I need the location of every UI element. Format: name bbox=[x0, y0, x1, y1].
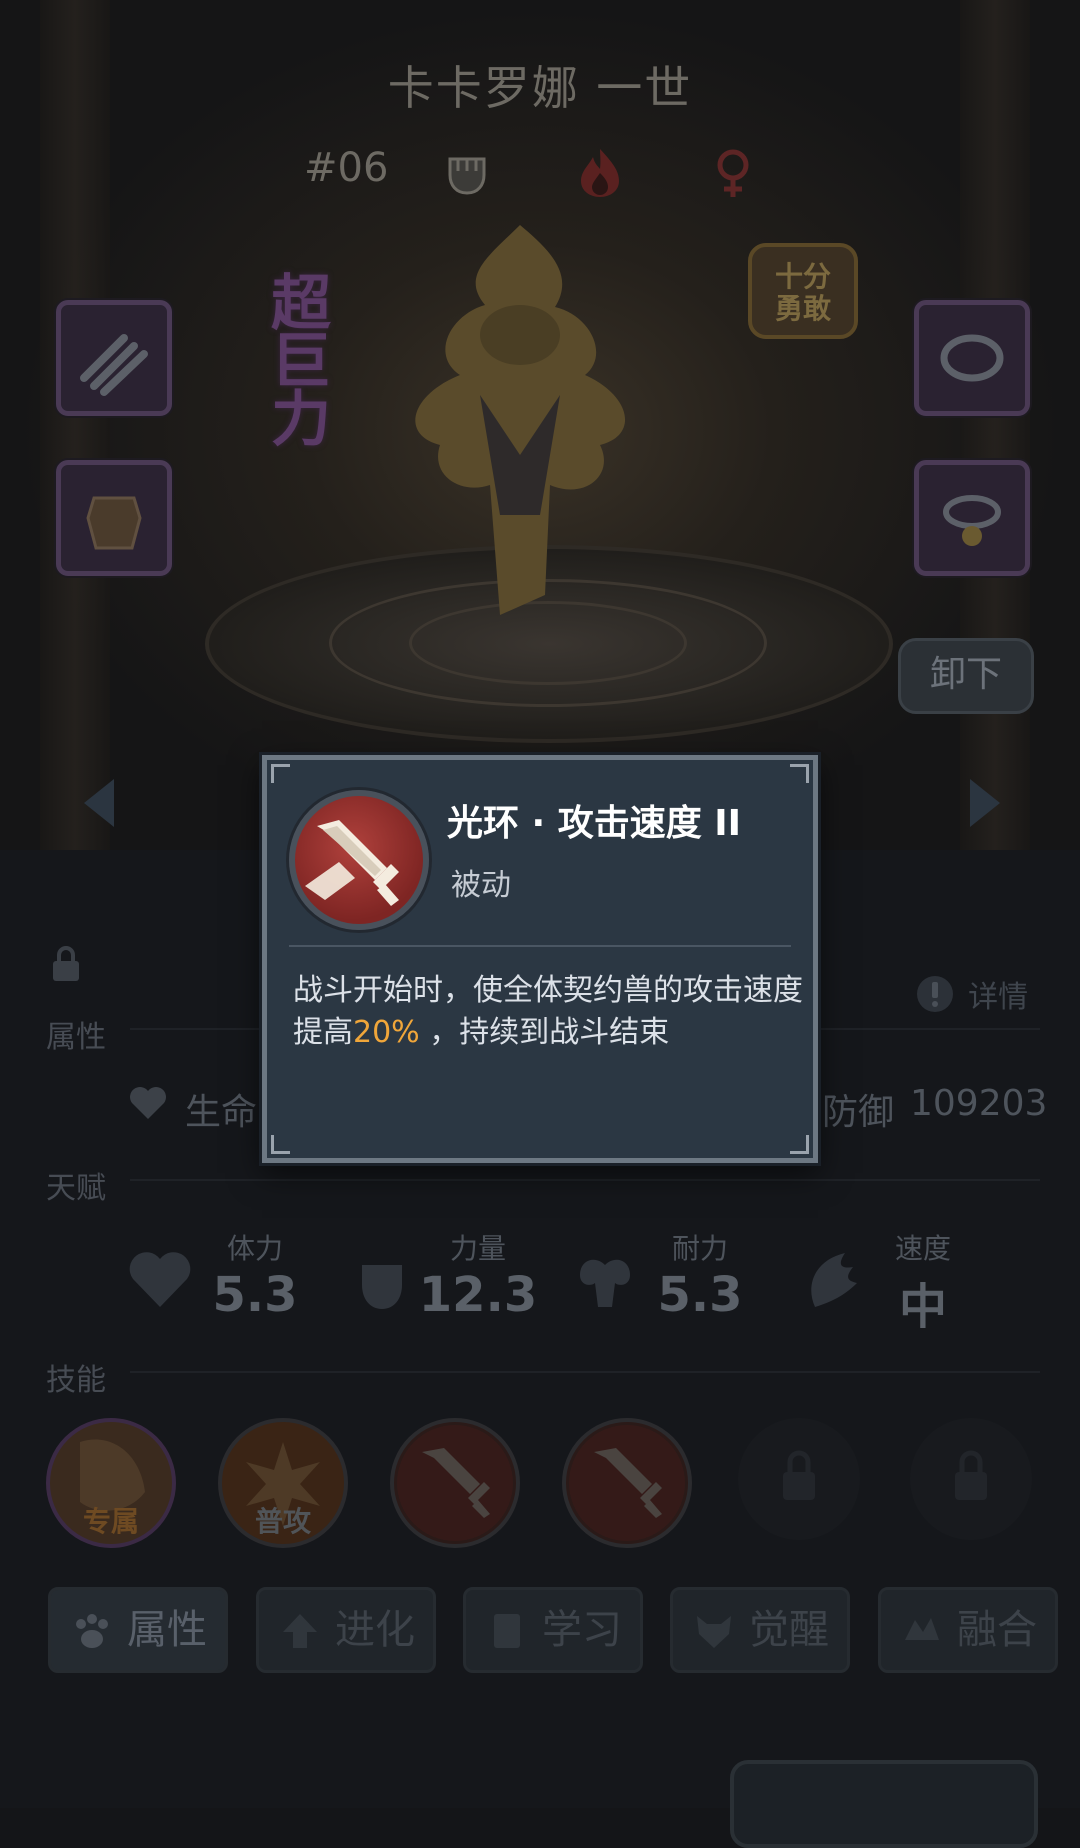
desc-text: ，持续到战斗结束 bbox=[419, 1015, 670, 1050]
bottom-action-button[interactable] bbox=[730, 1760, 1038, 1848]
pet-character-sprite[interactable] bbox=[370, 215, 670, 635]
pet-number: #06 bbox=[304, 145, 389, 191]
skill-exclusive[interactable]: 专属 bbox=[46, 1418, 176, 1548]
lock-icon[interactable] bbox=[50, 945, 82, 983]
tab-fusion[interactable]: 融合 bbox=[878, 1587, 1058, 1673]
talent-value: 5.3 bbox=[212, 1267, 298, 1323]
talent-label: 耐力 bbox=[671, 1232, 728, 1265]
next-pet-arrow-icon[interactable] bbox=[966, 775, 1006, 831]
locked-skill-slot[interactable] bbox=[738, 1418, 860, 1540]
background-pillar bbox=[960, 0, 1030, 850]
skill-icon-large bbox=[289, 790, 429, 930]
sword-icon bbox=[397, 1425, 513, 1541]
exclamation-icon bbox=[917, 976, 953, 1012]
unequip-button[interactable]: 卸下 bbox=[898, 638, 1034, 714]
divider bbox=[130, 1179, 1040, 1181]
tab-label: 学习 bbox=[542, 1607, 622, 1653]
fist-icon bbox=[448, 157, 486, 195]
sword-icon bbox=[569, 1425, 685, 1541]
bell-collar-icon bbox=[943, 495, 1001, 546]
locked-skill-slot[interactable] bbox=[910, 1418, 1032, 1540]
talent-label: 体力 bbox=[226, 1232, 283, 1265]
skill-tag: 普攻 bbox=[254, 1505, 311, 1538]
fire-icon bbox=[581, 149, 619, 197]
tab-awaken[interactable]: 觉醒 bbox=[670, 1587, 850, 1673]
skill-slot[interactable] bbox=[562, 1418, 692, 1548]
attributes-section-label: 属性 bbox=[46, 1020, 106, 1055]
hp-heart-icon bbox=[130, 1087, 166, 1119]
equipment-slot-armor[interactable] bbox=[56, 460, 172, 576]
paw-icon bbox=[76, 1614, 108, 1648]
tab-label: 觉醒 bbox=[749, 1607, 829, 1653]
talent-section-label: 天赋 bbox=[46, 1171, 106, 1206]
equipment-slot-bell[interactable] bbox=[914, 460, 1030, 576]
background-pillar bbox=[40, 0, 110, 850]
sword-icon bbox=[305, 820, 399, 906]
tab-attributes[interactable]: 属性 bbox=[48, 1587, 228, 1673]
details-label: 详情 bbox=[968, 980, 1029, 1015]
lock-icon bbox=[783, 1450, 815, 1500]
armor-icon bbox=[86, 496, 142, 550]
skill-description: 战斗开始时，使全体契约兽的攻击速度提高20% ，持续到战斗结束 bbox=[293, 970, 803, 1054]
book-icon bbox=[494, 1614, 520, 1648]
skill-tooltip-popup[interactable]: 光环 · 攻击速度 II 被动 战斗开始时，使全体契约兽的攻击速度提高20% ，… bbox=[262, 755, 818, 1163]
tab-label: 融合 bbox=[957, 1607, 1037, 1653]
collar-icon bbox=[940, 334, 1004, 382]
super-power-badge: 超 巨 力 bbox=[271, 269, 331, 455]
talent-value: 中 bbox=[898, 1279, 947, 1335]
skill-slot[interactable] bbox=[390, 1418, 520, 1548]
skill-type: 被动 bbox=[451, 868, 511, 903]
equipment-slot-weapon[interactable] bbox=[56, 300, 172, 416]
equipment-slot-collar[interactable] bbox=[914, 300, 1030, 416]
talent-value: 12.3 bbox=[418, 1267, 538, 1323]
skill-tag: 专属 bbox=[82, 1505, 139, 1538]
hp-label: 生命 bbox=[185, 1092, 258, 1133]
pet-stage bbox=[0, 0, 1080, 850]
skills-section-label: 技能 bbox=[46, 1363, 106, 1398]
talent-value: 5.3 bbox=[657, 1267, 743, 1323]
skill-normal-attack[interactable]: 普攻 bbox=[218, 1418, 348, 1548]
tab-evolve[interactable]: 进化 bbox=[256, 1587, 436, 1673]
divider bbox=[289, 945, 791, 947]
details-button[interactable]: 详情 bbox=[915, 972, 1028, 1016]
pet-name: 卡卡罗娜 一世 bbox=[387, 61, 693, 115]
divider bbox=[130, 1371, 1040, 1373]
claw-icon bbox=[80, 334, 148, 396]
previous-pet-arrow-icon[interactable] bbox=[78, 775, 118, 831]
desc-highlight-value: 20% bbox=[353, 1015, 420, 1050]
talent-label: 力量 bbox=[449, 1232, 506, 1265]
brave-trait-badge[interactable]: 十分 勇敢 bbox=[748, 243, 858, 339]
tab-label: 属性 bbox=[127, 1607, 207, 1653]
talent-label: 速度 bbox=[894, 1232, 951, 1265]
tab-learn[interactable]: 学习 bbox=[463, 1587, 643, 1673]
skill-title: 光环 · 攻击速度 II bbox=[447, 803, 742, 844]
up-arrow-icon bbox=[283, 1614, 317, 1648]
female-icon bbox=[717, 149, 749, 197]
lock-icon bbox=[955, 1450, 987, 1500]
wolf-icon bbox=[697, 1616, 731, 1648]
defense-label: 防御 bbox=[822, 1092, 895, 1133]
tab-label: 进化 bbox=[335, 1607, 415, 1653]
fusion-icon bbox=[905, 1618, 939, 1640]
defense-value: 109203 bbox=[910, 1083, 1048, 1124]
